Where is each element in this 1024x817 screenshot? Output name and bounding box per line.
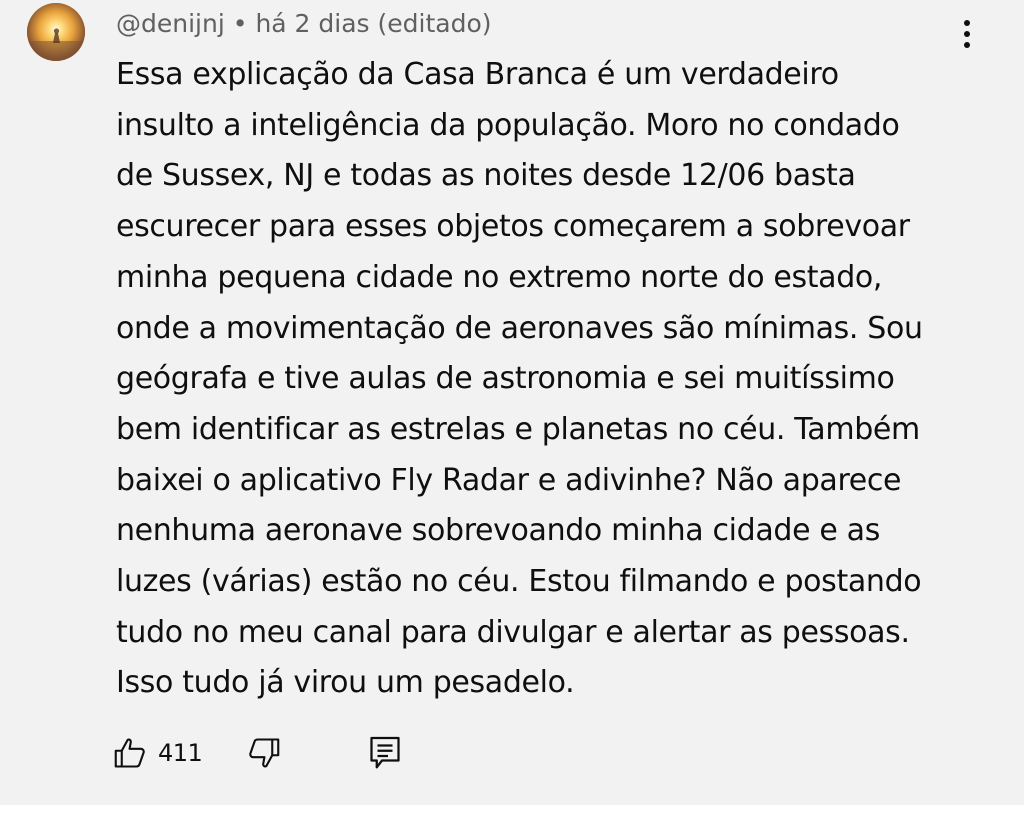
comment-line: onde a movimentação de aeronaves são mín… [116, 310, 923, 346]
avatar-image [27, 3, 85, 61]
comment-card: @denijnj • há 2 dias (editado) Essa expl… [0, 0, 1024, 805]
comment-line: tudo no meu canal para divulgar e alerta… [116, 614, 910, 650]
comment-line: baixei o aplicativo Fly Radar e adivinhe… [116, 462, 902, 498]
comment-line: nenhuma aeronave sobrevoando minha cidad… [116, 513, 880, 549]
dislike-button[interactable] [246, 730, 282, 776]
reply-button[interactable] [368, 730, 402, 776]
comment-text: Essa explicação da Casa Branca é um verd… [116, 50, 976, 709]
thumb-down-icon [249, 738, 280, 768]
thumb-up-icon [114, 738, 145, 768]
comment-line: escurecer para esses objetos começarem a… [116, 209, 910, 245]
comment-line: Essa explicação da Casa Branca é um verd… [116, 57, 839, 92]
comment-line: minha pequena cidade no extremo norte do… [116, 259, 883, 295]
bottom-divider [0, 805, 1024, 817]
like-count: 411 [158, 739, 203, 767]
like-button[interactable]: 411 [112, 730, 203, 776]
author-handle[interactable]: @denijnj [116, 9, 225, 38]
more-options-button[interactable] [950, 14, 984, 54]
comment-line: luzes (várias) estão no céu. Estou filma… [116, 564, 922, 600]
more-vert-icon [964, 20, 970, 48]
comment-line: insulto a inteligência da população. Mor… [116, 107, 900, 143]
comment-meta: @denijnj • há 2 dias (editado) [116, 8, 492, 40]
comment-line: de Sussex, NJ e todas as noites desde 12… [116, 158, 856, 194]
comment-line: bem identificar as estrelas e planetas n… [116, 411, 920, 447]
meta-separator: • [232, 9, 248, 38]
comment-line: geógrafa e tive aulas de astronomia e se… [116, 361, 895, 397]
comment-line: Isso tudo já virou um pesadelo. [116, 665, 575, 701]
comment-reply-icon [370, 736, 400, 769]
avatar[interactable] [27, 3, 85, 61]
comment-time: há 2 dias (editado) [255, 9, 492, 38]
